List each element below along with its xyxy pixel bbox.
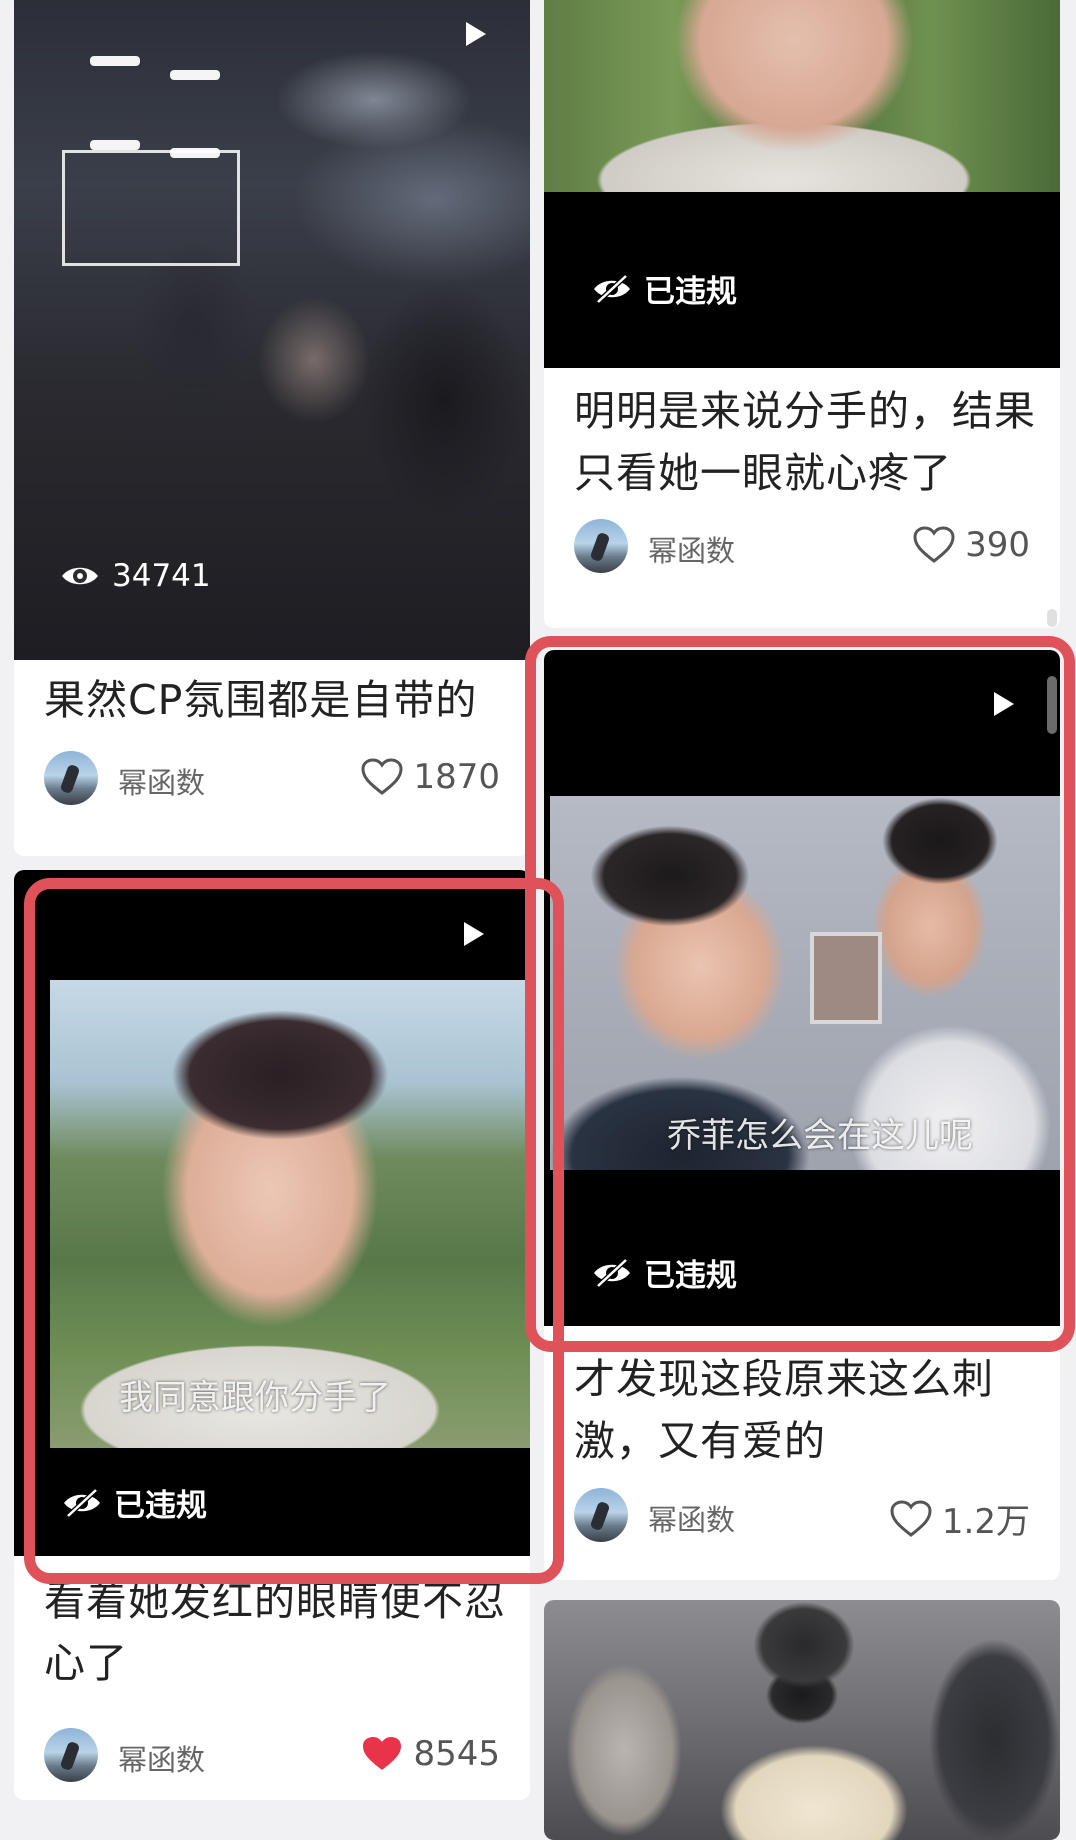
man-portrait-photo <box>544 0 1060 192</box>
author-name[interactable]: 幂函数 <box>648 1497 735 1539</box>
violation-badge: 已违规 <box>592 266 737 311</box>
heart-icon <box>361 758 403 795</box>
like-button[interactable]: 1870 <box>361 757 500 797</box>
video-subtitle: 乔菲怎么会在这儿呢 <box>667 1116 973 1156</box>
play-icon <box>466 22 486 46</box>
like-count: 1.2万 <box>941 1502 1030 1542</box>
hidden-eye-icon <box>64 1487 100 1518</box>
violation-badge: 已违规 <box>592 1250 737 1295</box>
scrollbar-thumb[interactable] <box>1047 676 1057 734</box>
author-name[interactable]: 幂函数 <box>118 760 205 802</box>
video-thumbnail[interactable] <box>544 1600 1060 1840</box>
video-thumbnail[interactable]: 已违规 <box>544 0 1060 368</box>
view-count: 34741 <box>60 558 211 594</box>
avatar[interactable] <box>44 1728 98 1782</box>
post-meta: 幂函数 1.2万 <box>574 1488 1030 1546</box>
post-title[interactable]: 果然CP氛围都是自带的 <box>44 669 506 731</box>
author-name[interactable]: 幂函数 <box>648 528 735 570</box>
violation-label: 已违规 <box>644 1258 737 1294</box>
like-button[interactable]: 390 <box>913 525 1030 565</box>
post-card-2[interactable]: 已违规 明明是来说分手的，结果只看她一眼就心疼了 幂函数 390 <box>544 0 1060 628</box>
play-icon <box>464 922 484 946</box>
violation-label: 已违规 <box>644 274 737 310</box>
post-meta: 幂函数 390 <box>574 519 1030 577</box>
post-title[interactable]: 明明是来说分手的，结果只看她一眼就心疼了 <box>574 380 1036 504</box>
video-thumbnail[interactable]: 我同意跟你分手了 已违规 <box>14 870 530 1556</box>
violation-badge: 已违规 <box>62 1480 207 1525</box>
post-title[interactable]: 才发现这段原来这么刺激，又有爱的 <box>574 1348 1036 1472</box>
post-meta: 幂函数 1870 <box>44 751 500 809</box>
post-card-1[interactable]: 34741 果然CP氛围都是自带的 幂函数 1870 <box>14 0 530 856</box>
post-meta: 幂函数 8545 <box>44 1728 500 1786</box>
stage-light <box>90 140 140 150</box>
post-card-4[interactable]: 乔菲怎么会在这儿呢 已违规 才发现这段原来这么刺激，又有爱的 幂函数 1.2万 <box>544 650 1060 1580</box>
hidden-eye-icon <box>594 273 630 304</box>
post-card-3[interactable]: 我同意跟你分手了 已违规 看着她发红的眼睛便不忍心了 幂函数 8545 <box>14 870 530 1800</box>
like-button[interactable]: 8545 <box>361 1734 500 1774</box>
post-card-5[interactable] <box>544 1600 1060 1840</box>
violation-label: 已违规 <box>114 1488 207 1524</box>
stage-light <box>90 56 140 66</box>
stage-light <box>170 70 220 80</box>
view-count-value: 34741 <box>112 558 211 594</box>
like-count: 390 <box>965 525 1030 565</box>
post-title[interactable]: 看着她发红的眼睛便不忍心了 <box>44 1570 506 1694</box>
like-count: 8545 <box>413 1734 500 1774</box>
heart-filled-icon <box>363 1737 402 1770</box>
hidden-eye-icon <box>594 1257 630 1288</box>
avatar[interactable] <box>44 751 98 805</box>
author-name[interactable]: 幂函数 <box>118 1737 205 1779</box>
like-button[interactable]: 1.2万 <box>890 1494 1030 1543</box>
video-thumbnail[interactable]: 乔菲怎么会在这儿呢 已违规 <box>544 650 1060 1326</box>
like-count: 1870 <box>413 757 500 797</box>
wall-picture-frame <box>810 932 882 1024</box>
heart-icon <box>913 526 955 563</box>
video-thumbnail[interactable]: 34741 <box>14 0 530 660</box>
play-icon <box>994 692 1014 716</box>
stage-frame <box>62 150 240 266</box>
avatar[interactable] <box>574 519 628 573</box>
avatar[interactable] <box>574 1488 628 1542</box>
scrollbar-thumb[interactable] <box>1047 609 1057 627</box>
airport-crowd-photo <box>544 1600 1060 1840</box>
video-subtitle: 我同意跟你分手了 <box>119 1378 391 1418</box>
heart-icon <box>890 1499 932 1537</box>
eye-icon <box>62 567 98 585</box>
